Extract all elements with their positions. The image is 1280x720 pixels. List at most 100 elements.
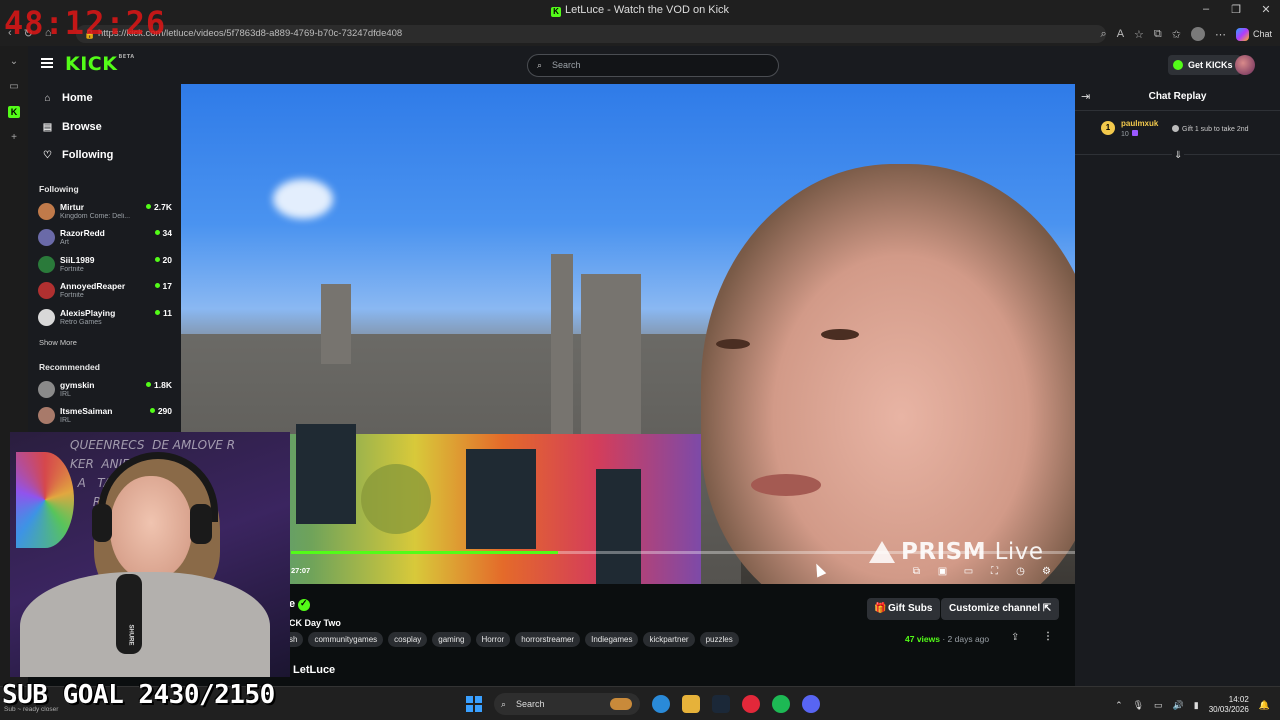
tag[interactable]: gaming: [432, 632, 471, 647]
seek-bar-progress: [291, 551, 558, 554]
sidebar-channel[interactable]: ItsmeSaiman IRL 290: [38, 404, 172, 428]
sidebar-channel[interactable]: Mirtur Kingdom Come: Deli... 2.7K: [38, 200, 172, 224]
read-aloud-icon[interactable]: A: [1117, 28, 1124, 40]
volume-icon[interactable]: 🔊: [1173, 700, 1184, 711]
external-link-icon: ⇱: [1042, 603, 1052, 614]
channel-viewers: 20: [155, 255, 172, 265]
logo-beta: BETA: [118, 54, 135, 60]
share-icon[interactable]: ⇪: [1011, 632, 1019, 643]
notification-bell-icon[interactable]: 🔔: [1259, 700, 1270, 711]
seek-bar[interactable]: [291, 551, 1075, 554]
customize-channel-button[interactable]: Customize channel ⇱: [941, 598, 1060, 620]
tag[interactable]: cosplay: [388, 632, 428, 647]
nav-following[interactable]: ♡ Following: [42, 146, 113, 164]
nav-browse[interactable]: ▤ Browse: [42, 118, 102, 136]
profile-avatar[interactable]: [1190, 27, 1205, 41]
kick-favicon-icon: K: [550, 7, 561, 17]
zoom-icon[interactable]: ⌕: [1101, 28, 1107, 41]
battery-icon[interactable]: ▮: [1194, 700, 1199, 711]
tag[interactable]: Horror: [475, 632, 511, 647]
network-icon[interactable]: ▭: [1154, 700, 1163, 711]
show-more-link[interactable]: Show More: [39, 338, 77, 347]
tab-list-icon[interactable]: ▭: [9, 81, 18, 92]
more-options-icon[interactable]: ⋮: [1043, 631, 1053, 642]
restore-icon[interactable]: ❐: [1228, 3, 1244, 16]
video-frame-face: [701, 164, 1075, 584]
channel-category: Kingdom Come: Deli...: [60, 213, 131, 220]
new-tab-icon[interactable]: +: [11, 132, 17, 143]
chat-panel: ⇥ Chat Replay 1 paulmxuk 10 Gift 1 sub t…: [1075, 84, 1280, 686]
sidebar-channel[interactable]: RazorRedd Art 34: [38, 226, 172, 250]
favorites-icon[interactable]: ✩: [1172, 28, 1181, 41]
sidebar-channel[interactable]: AnnoyedReaper Fortnite 17: [38, 279, 172, 303]
pip-icon[interactable]: ⧉: [911, 566, 922, 577]
settings-gear-icon[interactable]: ⚙: [1041, 566, 1052, 577]
video-frame-mouth: [751, 474, 821, 496]
opera-icon[interactable]: [742, 695, 760, 713]
browser-actions: ⌕ A ☆ ⧉ ✩ ⋯ Chat: [1101, 27, 1272, 41]
windows-start-icon[interactable]: [466, 696, 482, 712]
sidebar-channel[interactable]: SiiL1989 Fortnite 20: [38, 253, 172, 277]
video-player[interactable]: PRISM Live 27:07 ⧉ ▣ ▭ ⛶ ◷ ⚙: [181, 84, 1075, 584]
menu-icon[interactable]: [41, 58, 53, 68]
close-icon[interactable]: ✕: [1258, 3, 1274, 16]
file-explorer-icon[interactable]: [682, 695, 700, 713]
system-tray: ⌃ 🎙 ▭ 🔊 ▮ 14:02 30/03/2026 🔔: [1115, 695, 1270, 715]
tag[interactable]: puzzles: [699, 632, 739, 647]
search-placeholder: Search: [552, 60, 581, 70]
stream-timer: 48:12:26: [4, 4, 167, 42]
channel-name-heading[interactable]: LetLuce: [293, 664, 335, 676]
tag[interactable]: Indiegames: [585, 632, 639, 647]
channel-viewers: 290: [150, 406, 172, 416]
gift-subs-button[interactable]: 🎁 Gift Subs: [867, 598, 941, 620]
channel-viewers: 34: [155, 228, 172, 238]
more-menu-icon[interactable]: ⋯: [1215, 28, 1226, 41]
channel-category: IRL: [60, 417, 71, 424]
channel-viewers: 2.7K: [146, 202, 172, 212]
tag[interactable]: communitygames: [308, 632, 384, 647]
clip-icon[interactable]: ▣: [937, 566, 948, 577]
sidebar-channel[interactable]: AlexisPlaying Retro Games 11: [38, 306, 172, 330]
channel-name: AlexisPlaying: [60, 308, 116, 318]
speed-icon[interactable]: ◷: [1015, 566, 1026, 577]
spotify-icon[interactable]: [772, 695, 790, 713]
copilot-button[interactable]: Chat: [1235, 27, 1272, 41]
video-frame-chimney: [551, 254, 573, 454]
search-icon: ⌕: [537, 60, 543, 70]
gift-icon: 🎁: [874, 603, 887, 614]
search-input[interactable]: ⌕ Search: [527, 54, 779, 77]
kick-logo[interactable]: KICKBETA: [65, 53, 135, 75]
steam-icon[interactable]: [712, 695, 730, 713]
video-frame-tower: [321, 284, 351, 364]
tag[interactable]: kickpartner: [643, 632, 695, 647]
mic-tray-icon[interactable]: 🎙: [1133, 700, 1144, 711]
taskbar-search[interactable]: ⌕ Search: [494, 693, 640, 715]
edge-app-icon[interactable]: [652, 695, 670, 713]
favorite-star-icon[interactable]: ☆: [1134, 28, 1144, 41]
chat-title: Chat Replay: [1148, 91, 1207, 102]
extensions-icon[interactable]: ⧉: [1154, 28, 1162, 41]
url-bar[interactable]: 🔒 https://kick.com/letluce/videos/5f7863…: [76, 25, 1106, 43]
mic-brand-label: SHURE: [127, 624, 134, 646]
taskbar-search-label: Search: [516, 699, 545, 709]
fullscreen-icon[interactable]: ⛶: [989, 566, 1000, 577]
vod-title: CK Day Two: [289, 618, 341, 628]
get-kicks-button[interactable]: Get KICKs: [1168, 55, 1241, 75]
sidebar-channel[interactable]: gymskin IRL 1.8K: [38, 378, 172, 402]
tag[interactable]: horrorstreamer: [515, 632, 581, 647]
kick-tab-icon[interactable]: K: [8, 106, 20, 118]
vod-info-panel: e CK Day Two 🎁 Gift Subs Customize chann…: [181, 584, 1075, 686]
discord-icon[interactable]: [802, 695, 820, 713]
search-highlight-icon: [610, 698, 632, 710]
chat-divider: [1075, 110, 1280, 111]
user-avatar[interactable]: [1235, 55, 1255, 75]
expand-pinned-icon[interactable]: ⇓: [1172, 150, 1185, 161]
tab-actions-icon[interactable]: ⌄: [10, 56, 18, 67]
chat-username[interactable]: paulmxuk: [1121, 119, 1158, 128]
taskbar-clock[interactable]: 14:02 30/03/2026: [1209, 695, 1249, 715]
tag[interactable]: sh: [289, 632, 304, 647]
minimize-icon[interactable]: –: [1198, 3, 1214, 16]
tray-chevron-icon[interactable]: ⌃: [1115, 700, 1123, 711]
theater-mode-icon[interactable]: ▭: [963, 566, 974, 577]
nav-home[interactable]: ⌂ Home: [42, 89, 92, 107]
